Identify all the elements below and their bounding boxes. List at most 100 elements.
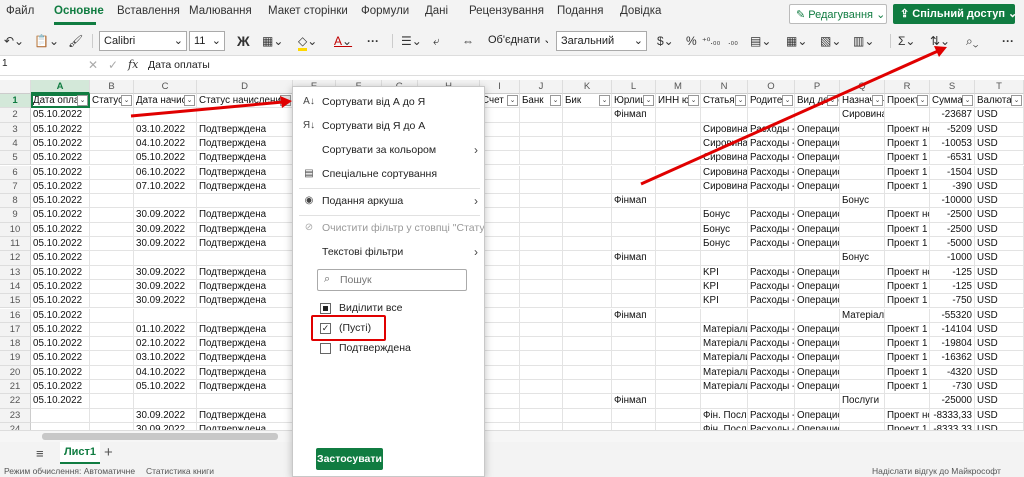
cell[interactable]: Подтверждена	[197, 208, 293, 223]
cell[interactable]: Операционная деят	[795, 279, 840, 295]
tab-help[interactable]: Довідка	[620, 5, 661, 17]
cell[interactable]: 05.10.2022	[31, 380, 90, 395]
cell[interactable]	[612, 422, 656, 430]
cell[interactable]	[612, 380, 656, 395]
row-header[interactable]: 14	[0, 279, 31, 295]
calc-mode-status[interactable]: Режим обчислення: Автоматичне	[4, 466, 135, 477]
cell[interactable]: Сировина	[701, 179, 748, 195]
cell[interactable]	[197, 394, 293, 409]
cell[interactable]	[480, 179, 520, 195]
header-cell-s[interactable]: Сумма ⌄	[930, 94, 975, 109]
header-cell-d[interactable]: Статус начисления ⌄	[197, 94, 293, 109]
cell[interactable]: -2500	[930, 208, 975, 223]
cell[interactable]: Проект 1	[885, 136, 930, 152]
cell[interactable]	[563, 208, 612, 223]
cell[interactable]	[656, 151, 701, 166]
cell[interactable]: USD	[975, 222, 1024, 237]
cell[interactable]: 05.10.2022	[31, 237, 90, 252]
name-box[interactable]: 1	[0, 58, 82, 74]
cell[interactable]: -10053	[930, 136, 975, 152]
horizontal-scrollbar[interactable]	[0, 430, 1024, 442]
cell[interactable]	[840, 294, 885, 309]
format-as-table-icon[interactable]: ▦⌄	[786, 32, 807, 50]
cell[interactable]	[90, 194, 134, 209]
cell[interactable]: -6531	[930, 151, 975, 166]
cell[interactable]: Расходы -	[748, 279, 795, 295]
cell[interactable]: Проект 1	[885, 365, 930, 380]
cell[interactable]: -730	[930, 380, 975, 395]
cell[interactable]: USD	[975, 194, 1024, 209]
cell[interactable]	[563, 136, 612, 152]
cell[interactable]	[701, 394, 748, 409]
cell[interactable]	[563, 294, 612, 309]
cell[interactable]	[656, 222, 701, 237]
cell[interactable]: USD	[975, 365, 1024, 380]
cell[interactable]	[612, 208, 656, 223]
cell[interactable]: -16362	[930, 351, 975, 366]
cell[interactable]: Подтверждена	[197, 422, 293, 430]
cell[interactable]: -55320	[930, 308, 975, 323]
cell[interactable]	[748, 308, 795, 323]
cell[interactable]: USD	[975, 208, 1024, 223]
column-header-a[interactable]: A	[31, 80, 90, 94]
cell[interactable]: Проект 1	[885, 380, 930, 395]
column-header-m[interactable]: M	[656, 80, 701, 94]
cell[interactable]: Подтверждена	[197, 351, 293, 366]
cell[interactable]	[480, 194, 520, 209]
cell[interactable]	[612, 151, 656, 166]
cell[interactable]	[840, 337, 885, 352]
cell[interactable]: -19804	[930, 337, 975, 352]
cell[interactable]: Бонус	[840, 194, 885, 209]
cell-styles-icon[interactable]: ▧⌄	[820, 32, 841, 50]
currency-icon[interactable]: $⌄	[657, 32, 674, 50]
cell[interactable]	[520, 337, 563, 352]
cell[interactable]	[563, 122, 612, 137]
cell[interactable]: USD	[975, 408, 1024, 423]
cell[interactable]: Проект 1	[885, 351, 930, 366]
cell[interactable]	[656, 394, 701, 409]
cell[interactable]	[520, 165, 563, 180]
cell[interactable]: KPI	[701, 294, 748, 309]
merge-icon[interactable]: ⇔	[462, 32, 474, 50]
cell[interactable]: Расходы -	[748, 237, 795, 252]
cell[interactable]	[885, 194, 930, 209]
row-header[interactable]: 7	[0, 179, 31, 195]
row-header[interactable]: 12	[0, 251, 31, 266]
filter-dropdown-icon[interactable]: ⌄	[917, 95, 928, 106]
cell[interactable]: USD	[975, 308, 1024, 323]
cell[interactable]: -750	[930, 294, 975, 309]
cell[interactable]: 05.10.2022	[31, 322, 90, 338]
cell[interactable]: Операционная деят	[795, 222, 840, 237]
cell[interactable]	[656, 251, 701, 266]
cell[interactable]	[563, 179, 612, 195]
cell[interactable]: Проект нов	[885, 265, 930, 280]
row-header[interactable]: 5	[0, 151, 31, 166]
cell[interactable]: 30.09.2022	[134, 422, 197, 430]
cell[interactable]	[31, 408, 90, 423]
cell[interactable]	[520, 208, 563, 223]
cell[interactable]: Фінмап	[612, 108, 656, 123]
column-header-n[interactable]: N	[701, 80, 748, 94]
cell[interactable]: Проект 1	[885, 151, 930, 166]
header-cell-b[interactable]: Статус ⌄	[90, 94, 134, 109]
font-name-select[interactable]: Calibri ⌄	[99, 31, 187, 51]
cell[interactable]: Расходы -	[748, 165, 795, 180]
cell[interactable]: Подтверждена	[197, 279, 293, 295]
column-header-t[interactable]: T	[975, 80, 1024, 94]
cell[interactable]: 30.09.2022	[134, 265, 197, 280]
row-header[interactable]: 2	[0, 108, 31, 123]
cell[interactable]	[480, 351, 520, 366]
cell[interactable]	[520, 380, 563, 395]
cell[interactable]: USD	[975, 179, 1024, 195]
row-header[interactable]: 15	[0, 294, 31, 309]
header-cell-k[interactable]: Бик ⌄	[563, 94, 612, 109]
cell[interactable]	[31, 422, 90, 430]
cell[interactable]	[480, 394, 520, 409]
header-cell-m[interactable]: ИНН юр ⌄	[656, 94, 701, 109]
cell[interactable]	[520, 408, 563, 423]
cell[interactable]: Расходы -	[748, 222, 795, 237]
cell[interactable]: 05.10.2022	[31, 351, 90, 366]
cell[interactable]: 05.10.2022	[31, 136, 90, 152]
header-cell-i[interactable]: Счет ⌄	[480, 94, 520, 109]
cell[interactable]	[520, 122, 563, 137]
